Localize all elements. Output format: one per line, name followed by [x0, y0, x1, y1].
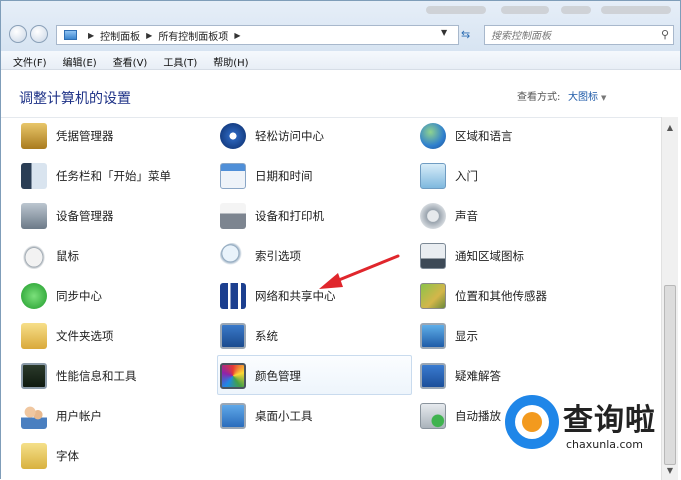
watermark-url: chaxunla.com	[566, 438, 643, 451]
watermark-logo	[505, 395, 559, 449]
watermark-brand: 查询啦	[563, 403, 656, 438]
control-panel-window: ▶ 控制面板 ▶ 所有控制面板项 ▶ ▼ ⇆ ⚲ 文件(F) 编辑(E) 查看(…	[0, 0, 681, 480]
